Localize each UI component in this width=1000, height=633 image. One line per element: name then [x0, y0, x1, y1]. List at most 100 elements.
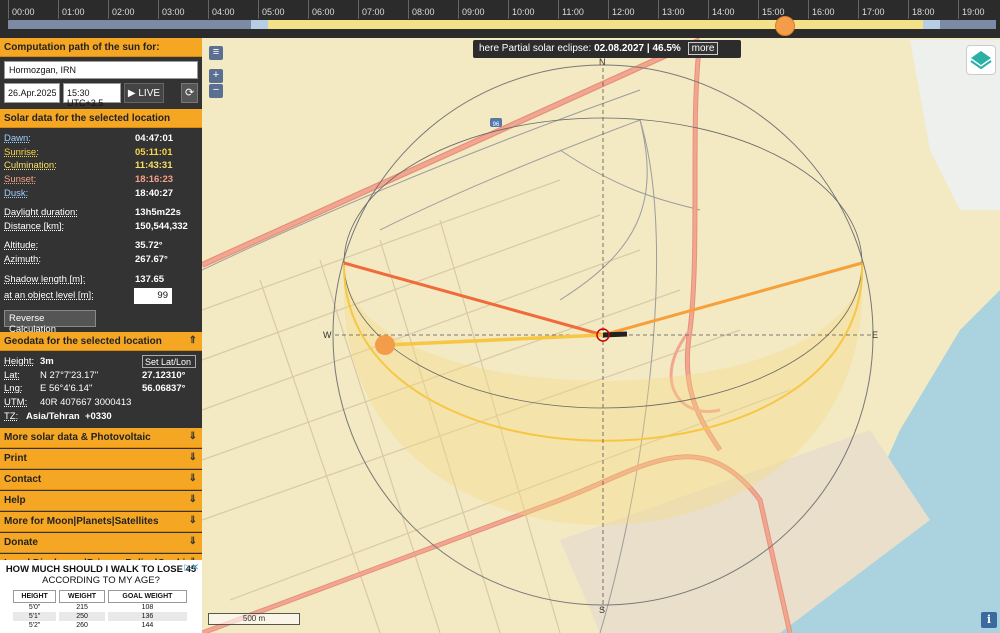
geodata-header[interactable]: Geodata for the selected location ⇑ — [0, 331, 202, 351]
hour-tick: 10:00 — [508, 0, 535, 19]
lng-decimal: 56.06837° — [142, 383, 186, 395]
lng-label: Lng: — [4, 383, 23, 395]
hour-tick: 04:00 — [208, 0, 235, 19]
ad-subline: ACCORDING TO MY AGE? — [42, 575, 160, 586]
shadow-line — [602, 331, 628, 338]
live-button[interactable]: ▶ LIVE — [123, 83, 165, 103]
ad-table: HEIGHT WEIGHT GOAL WEIGHT 5'0" 215 108 5'1" 2… — [10, 590, 190, 630]
tz-value: Asia/Tehran — [26, 410, 80, 422]
ad-cell: 5'2" — [28, 622, 41, 629]
play-icon: ▶ — [127, 88, 139, 99]
height-value: 3m — [40, 356, 54, 368]
object-level-input[interactable]: 99 — [134, 287, 172, 304]
time-slider-track[interactable] — [8, 20, 996, 29]
ad-close-icon[interactable]: ▷✕ — [185, 562, 199, 573]
twilight-segment — [251, 20, 268, 29]
lat-dms: N 27°7'23.17'' — [40, 369, 99, 381]
timeline-bar[interactable]: 00:00 01:00 02:00 03:00 04:00 05:00 06:00 07:00… — [0, 0, 1000, 38]
hour-tick: 03:00 — [158, 0, 185, 19]
refresh-icon[interactable]: ⟳ — [181, 83, 198, 103]
ad-cell: 108 — [141, 604, 154, 611]
menu-item[interactable]: Help ⇓ — [0, 490, 202, 511]
menu-item[interactable]: Donate ⇓ — [0, 532, 202, 553]
hour-tick: 01:00 — [58, 0, 85, 19]
chevron-down-icon: ⇓ — [188, 535, 197, 547]
menu-item[interactable]: More for Moon|Planets|Satellites ⇓ — [0, 511, 202, 532]
sunset-value: 18:16:23 — [135, 174, 174, 186]
ad-header: GOAL WEIGHT — [107, 590, 187, 603]
azimuth-value: 267.67° — [135, 254, 168, 266]
hour-tick: 18:00 — [908, 0, 935, 19]
lng-dms: E 56°4'6.14'' — [40, 383, 93, 395]
hour-tick: 14:00 — [708, 0, 735, 19]
sunrise-direction-line — [602, 261, 863, 337]
hour-tick: 17:00 — [858, 0, 885, 19]
ad-headline: HOW MUCH SHOULD I WALK TO LOSE 45 — [5, 564, 197, 575]
layers-icon[interactable] — [966, 45, 996, 75]
dusk-value: 18:40:27 — [135, 187, 174, 199]
culmination-label: Culmination: — [4, 160, 57, 172]
sunrise-label: Sunrise: — [4, 146, 39, 158]
hour-tick: 12:00 — [608, 0, 635, 19]
dawn-value: 04:47:01 — [135, 133, 174, 145]
hour-tick: 19:00 — [958, 0, 985, 19]
azimuth-label: Azimuth: — [4, 254, 41, 266]
menu-list: More solar data & Photovoltaic ⇓ Print ⇓ Con… — [0, 427, 202, 574]
ad-cell: 5'1" — [13, 612, 57, 621]
scale-bar: 500 m — [208, 613, 300, 625]
time-slider-handle[interactable] — [775, 16, 795, 36]
reverse-calculation-button[interactable]: Reverse Calculation — [4, 309, 96, 335]
daylight-label: Daylight duration: — [4, 207, 78, 219]
hour-tick: 05:00 — [258, 0, 285, 19]
sidebar: Computation path of the sun for: Hormozg… — [0, 38, 202, 633]
sunset-label: Sunset: — [4, 174, 37, 186]
chevron-up-icon: ⇑ — [188, 334, 197, 346]
chevron-down-icon: ⇓ — [188, 430, 197, 442]
daylight-value: 13h5m22s — [135, 207, 181, 219]
eclipse-more-button[interactable]: more — [687, 42, 719, 55]
object-level-label: at an object level [m]: — [4, 290, 94, 302]
chevron-down-icon: ⇓ — [188, 472, 197, 484]
zoom-out-button[interactable]: − — [209, 84, 223, 98]
altitude-label: Altitude: — [4, 240, 39, 252]
menu-item[interactable]: More solar data & Photovoltaic ⇓ — [0, 427, 202, 448]
shadow-length-label: Shadow length [m]: — [4, 273, 86, 285]
ad-header: WEIGHT — [59, 590, 105, 603]
dawn-label: Dawn: — [4, 133, 31, 145]
tz-label: TZ: — [4, 410, 19, 422]
set-latlon-button[interactable]: Set Lat/Lon — [142, 354, 196, 368]
current-sun-direction-line — [384, 333, 604, 347]
menu-item[interactable]: Contact ⇓ — [0, 469, 202, 490]
ad-cell: 250 — [59, 612, 105, 621]
menu-item[interactable]: Print ⇓ — [0, 448, 202, 469]
utm-label: UTM: — [4, 397, 28, 409]
ad-cell: 144 — [141, 622, 154, 629]
date-input[interactable]: 26.Apr.2025 — [4, 83, 60, 103]
sunrise-value: 05:11:01 — [135, 146, 173, 158]
lat-label: Lat: — [4, 369, 20, 381]
solar-data-table: Dawn: 04:47:01 Sunrise: 05:11:01 Culminati… — [0, 128, 202, 335]
map-canvas[interactable]: 96 N S W E — [202, 38, 1000, 633]
altitude-value: 35.72° — [135, 240, 163, 252]
zoom-in-button[interactable]: + — [209, 69, 223, 83]
ad-cell: 5'0" — [28, 604, 41, 611]
sunset-direction-line — [343, 261, 604, 337]
sun-position-marker — [375, 335, 395, 355]
east-label: E — [872, 330, 879, 340]
info-icon[interactable]: i — [981, 612, 997, 628]
hour-tick: 02:00 — [108, 0, 135, 19]
north-label: N — [599, 57, 606, 67]
culmination-value: 11:43:31 — [135, 160, 173, 172]
night-segment — [940, 20, 996, 29]
location-input[interactable]: Hormozgan, IRN — [4, 61, 198, 79]
eclipse-value: 02.08.2027 | 46.5% — [594, 43, 681, 54]
advertisement[interactable]: ▷✕ HOW MUCH SHOULD I WALK TO LOSE 45 ACC… — [0, 560, 202, 633]
menu-icon[interactable]: ≡ — [209, 46, 223, 60]
hour-tick: 06:00 — [308, 0, 335, 19]
hour-tick: 00:00 — [8, 0, 35, 19]
road-label: 96 — [493, 122, 500, 128]
dusk-label: Dusk: — [4, 187, 29, 199]
hour-tick: 08:00 — [408, 0, 435, 19]
time-input[interactable]: 15:30 UTC+3.5 — [63, 83, 121, 108]
distance-value: 150,544,332 — [135, 220, 188, 232]
